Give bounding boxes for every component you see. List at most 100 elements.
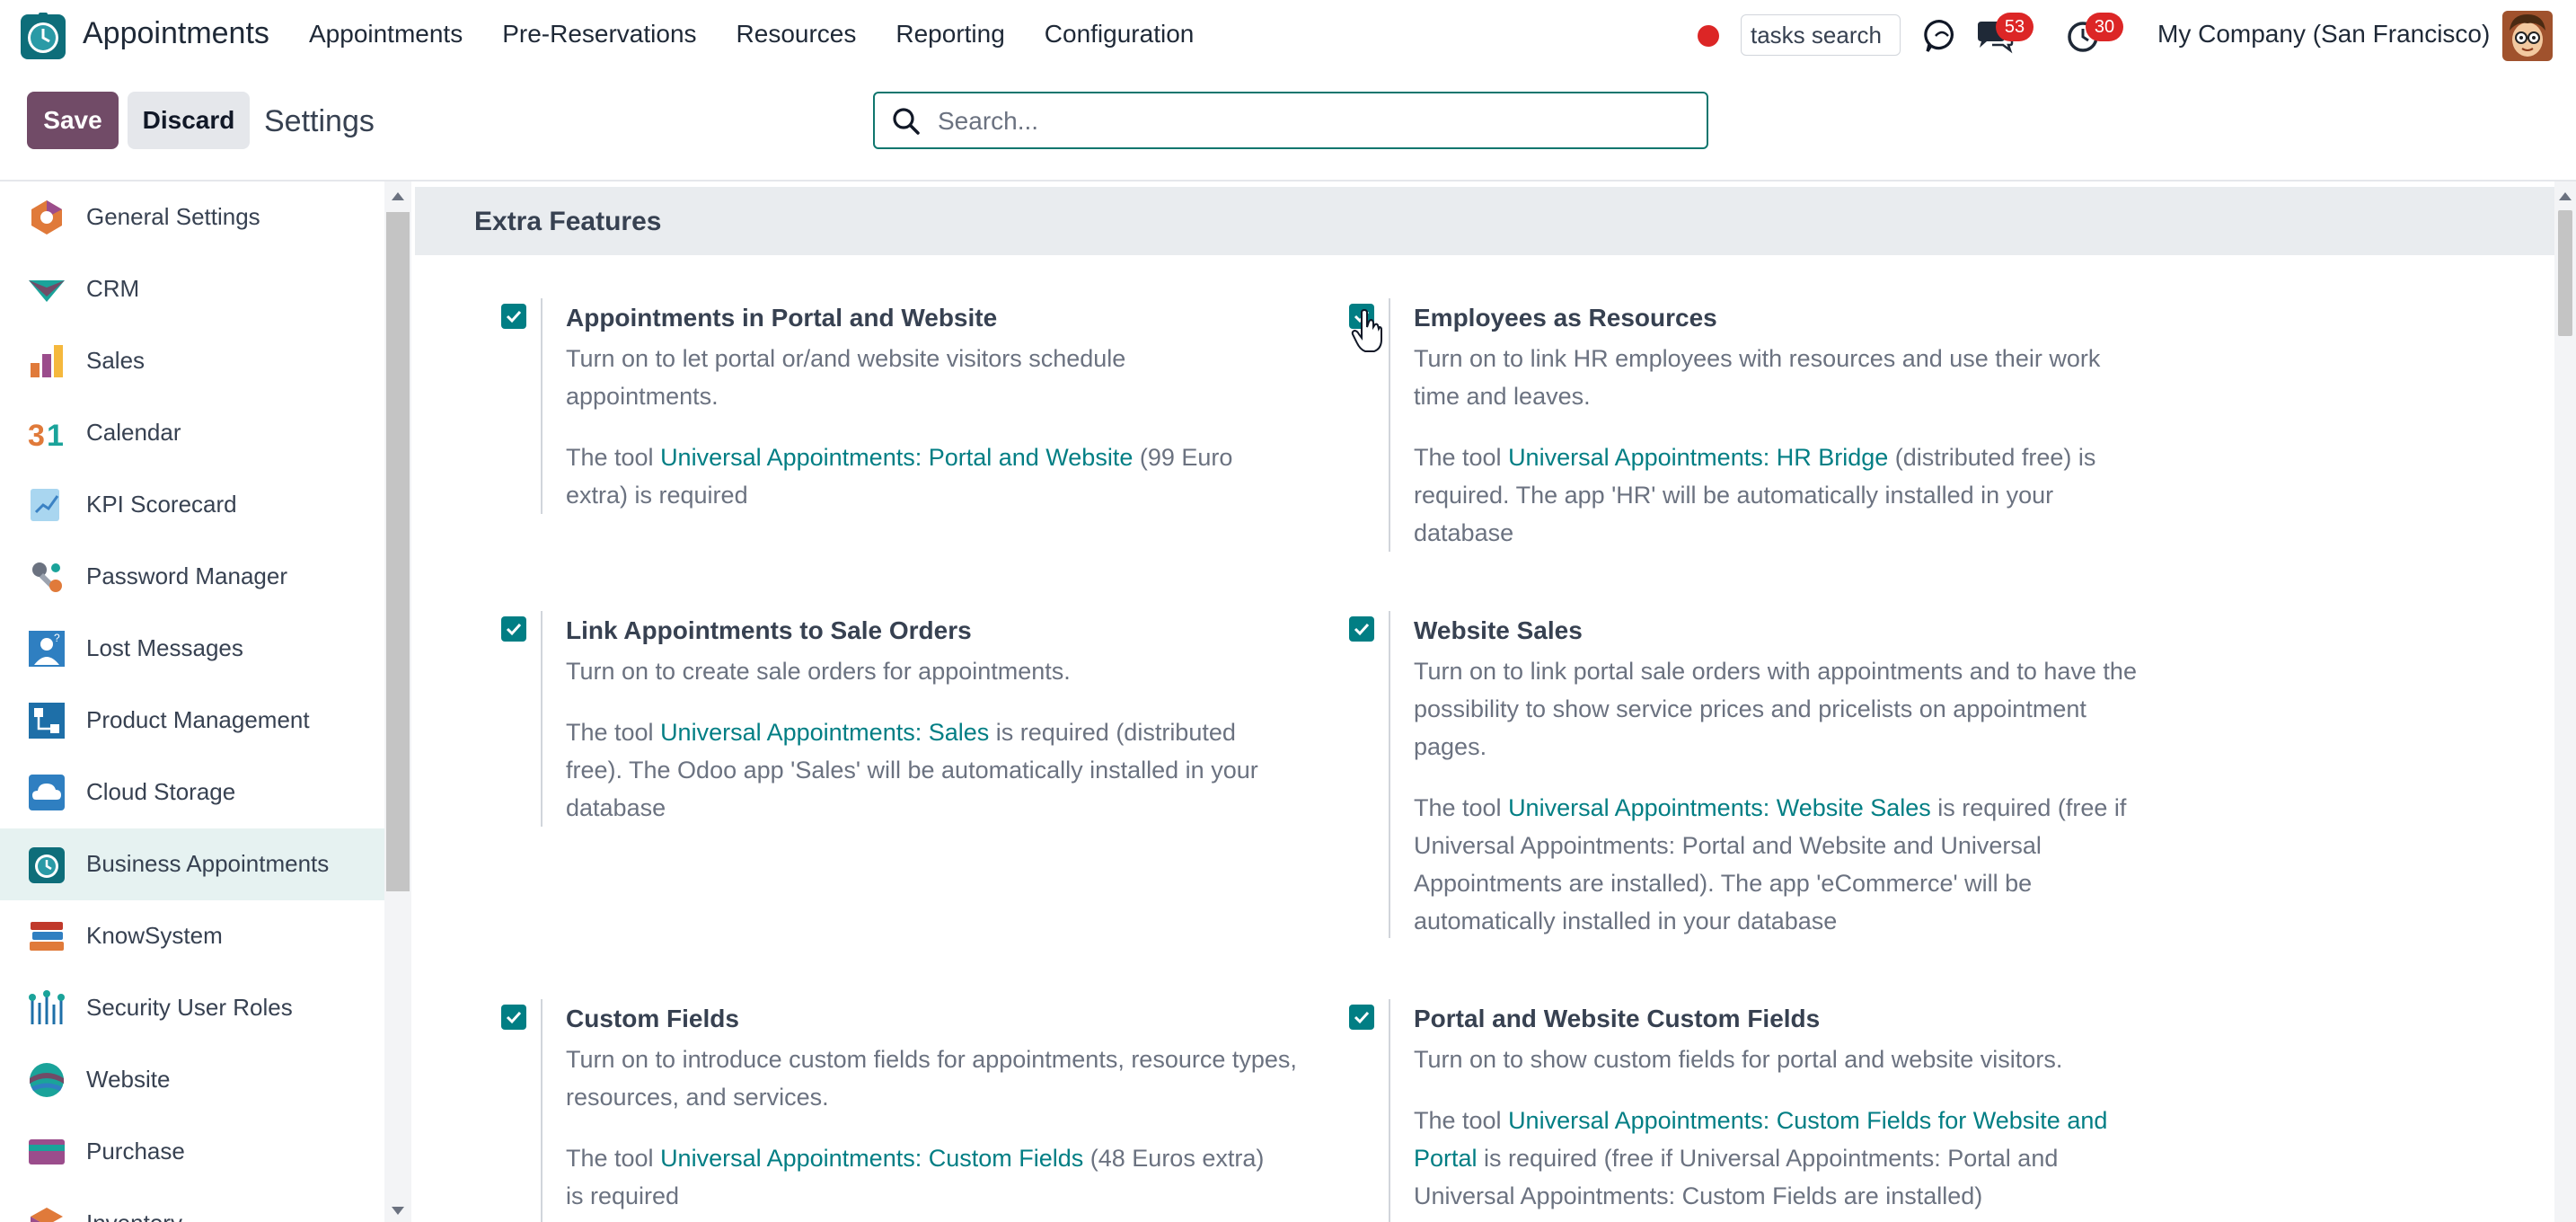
setting-checkbox[interactable]	[1349, 1005, 1374, 1030]
svg-text:1: 1	[47, 419, 64, 453]
scroll-down-arrow-icon[interactable]	[392, 1207, 404, 1215]
setting-description: Turn on to link HR employees with resour…	[1414, 345, 2101, 410]
menu-pre-reservations[interactable]: Pre-Reservations	[502, 20, 696, 49]
settings-search-input[interactable]	[936, 102, 1694, 140]
setting-custom-fields: Custom Fields Turn on to introduce custo…	[501, 999, 1310, 1222]
product-management-icon	[29, 703, 65, 739]
scroll-up-arrow-icon[interactable]	[2559, 192, 2572, 200]
search-icon	[893, 108, 920, 135]
sidebar-item-business-appointments[interactable]: Business Appointments	[0, 828, 384, 900]
sidebar-item-lost-messages[interactable]: ? Lost Messages	[0, 613, 384, 685]
menu-configuration[interactable]: Configuration	[1045, 20, 1195, 49]
sidebar-item-crm[interactable]: CRM	[0, 253, 384, 325]
sidebar-item-label: Calendar	[86, 419, 181, 446]
settings-search-box[interactable]	[873, 92, 1708, 149]
setting-title: Link Appointments to Sale Orders	[566, 616, 972, 644]
settings-sidebar: General Settings CRM Sales 3 1 Calendar …	[0, 182, 384, 1222]
sidebar-item-general-settings[interactable]: General Settings	[0, 182, 384, 253]
setting-divider	[541, 611, 543, 827]
menu-appointments[interactable]: Appointments	[309, 20, 463, 49]
activities-count-badge: 30	[2086, 13, 2123, 41]
user-avatar[interactable]	[2502, 11, 2553, 61]
sidebar-item-kpi-scorecard[interactable]: KPI Scorecard	[0, 469, 384, 541]
scrollbar-thumb[interactable]	[2558, 210, 2572, 336]
setting-title: Website Sales	[1414, 616, 1583, 644]
checkmark-icon	[506, 623, 522, 636]
appointments-app-icon[interactable]	[20, 11, 66, 61]
sidebar-item-label: Product Management	[86, 706, 310, 733]
note-prefix: The tool	[1414, 1107, 1509, 1134]
setting-divider	[1389, 611, 1390, 938]
note-prefix: The tool	[566, 719, 661, 746]
setting-employees-resources: Employees as Resources Turn on to link H…	[1349, 298, 2157, 552]
scrollbar-thumb[interactable]	[386, 212, 410, 891]
setting-description: Turn on to create sale orders for appoin…	[566, 658, 1071, 685]
setting-description: Turn on to let portal or/and website vis…	[566, 345, 1126, 410]
setting-checkbox[interactable]	[501, 304, 526, 329]
crm-icon	[29, 280, 65, 302]
kpi-scorecard-icon	[31, 489, 59, 521]
note-prefix: The tool	[1414, 444, 1509, 471]
control-panel: Save Discard Settings	[0, 74, 2576, 182]
setting-sale-orders: Link Appointments to Sale Orders Turn on…	[501, 611, 1310, 841]
menu-reporting[interactable]: Reporting	[895, 20, 1004, 49]
sidebar-item-label: Security User Roles	[86, 994, 293, 1021]
setting-checkbox[interactable]	[1349, 616, 1374, 642]
sidebar-item-product-management[interactable]: Product Management	[0, 685, 384, 757]
tool-link[interactable]: Universal Appointments: Website Sales	[1508, 794, 1931, 821]
knowsystem-icon	[30, 922, 64, 951]
note-prefix: The tool	[1414, 794, 1509, 821]
scroll-up-arrow-icon[interactable]	[392, 192, 404, 200]
setting-title: Custom Fields	[566, 1005, 739, 1032]
note-prefix: The tool	[566, 444, 661, 471]
tool-link[interactable]: Universal Appointments: HR Bridge	[1508, 444, 1888, 471]
sidebar-item-website[interactable]: Website	[0, 1044, 384, 1116]
general-settings-icon	[31, 200, 62, 235]
setting-title: Portal and Website Custom Fields	[1414, 1005, 1821, 1032]
sidebar-scrollbar[interactable]	[384, 182, 411, 1222]
calendar-icon: 3 1	[28, 419, 64, 453]
sidebar-item-label: Business Appointments	[86, 850, 330, 877]
setting-requirement-note: The tool Universal Appointments: Custom …	[566, 1139, 1284, 1215]
content-scrollbar[interactable]	[2554, 182, 2576, 1222]
setting-portal-custom-fields: Portal and Website Custom Fields Turn on…	[1349, 999, 2157, 1222]
menu-resources[interactable]: Resources	[737, 20, 857, 49]
tool-link[interactable]: Universal Appointments: Sales	[660, 719, 989, 746]
app-title[interactable]: Appointments	[83, 16, 269, 51]
sales-icon	[31, 345, 63, 377]
discard-button[interactable]: Discard	[128, 92, 250, 149]
svg-text:3: 3	[28, 419, 45, 453]
setting-description: Turn on to introduce custom fields for a…	[566, 1046, 1297, 1111]
sidebar-item-password-manager[interactable]: Password Manager	[0, 541, 384, 613]
svg-text:?: ?	[54, 632, 60, 644]
tool-link[interactable]: Universal Appointments: Portal and Websi…	[660, 444, 1133, 471]
note-suffix: is required (free if Universal Appointme…	[1414, 1145, 2059, 1209]
sidebar-item-knowsystem[interactable]: KnowSystem	[0, 900, 384, 972]
setting-requirement-note: The tool Universal Appointments: Custom …	[1414, 1102, 2150, 1215]
sidebar-item-label: Password Manager	[86, 562, 287, 589]
setting-requirement-note: The tool Universal Appointments: Portal …	[566, 438, 1275, 514]
sidebar-item-calendar[interactable]: 3 1 Calendar	[0, 397, 384, 469]
sidebar-item-label: KnowSystem	[86, 922, 223, 949]
sidebar-item-label: Website	[86, 1066, 171, 1093]
company-switcher[interactable]: My Company (San Francisco)	[2157, 20, 2490, 49]
sidebar-item-security-user-roles[interactable]: Security User Roles	[0, 972, 384, 1044]
purchase-icon	[29, 1139, 65, 1164]
section-title: Extra Features	[474, 207, 662, 236]
sidebar-item-label: Sales	[86, 347, 146, 374]
sidebar-item-cloud-storage[interactable]: Cloud Storage	[0, 757, 384, 828]
save-button[interactable]: Save	[27, 92, 119, 149]
setting-checkbox[interactable]	[501, 616, 526, 642]
tasks-search-input[interactable]	[1741, 14, 1901, 56]
setting-checkbox[interactable]	[501, 1005, 526, 1030]
sidebar-item-purchase[interactable]: Purchase	[0, 1116, 384, 1188]
inventory-icon	[31, 1208, 63, 1222]
sidebar-item-sales[interactable]: Sales	[0, 325, 384, 397]
section-header: Extra Features	[415, 187, 2554, 255]
top-navbar: Appointments Appointments Pre-Reservatio…	[0, 0, 2576, 75]
discuss-bubble-icon[interactable]	[1922, 16, 1962, 56]
tool-link[interactable]: Universal Appointments: Custom Fields	[660, 1145, 1083, 1172]
lost-messages-icon: ?	[29, 631, 65, 667]
sidebar-item-inventory[interactable]: Inventory	[0, 1188, 384, 1222]
recording-indicator-icon[interactable]	[1698, 25, 1719, 47]
